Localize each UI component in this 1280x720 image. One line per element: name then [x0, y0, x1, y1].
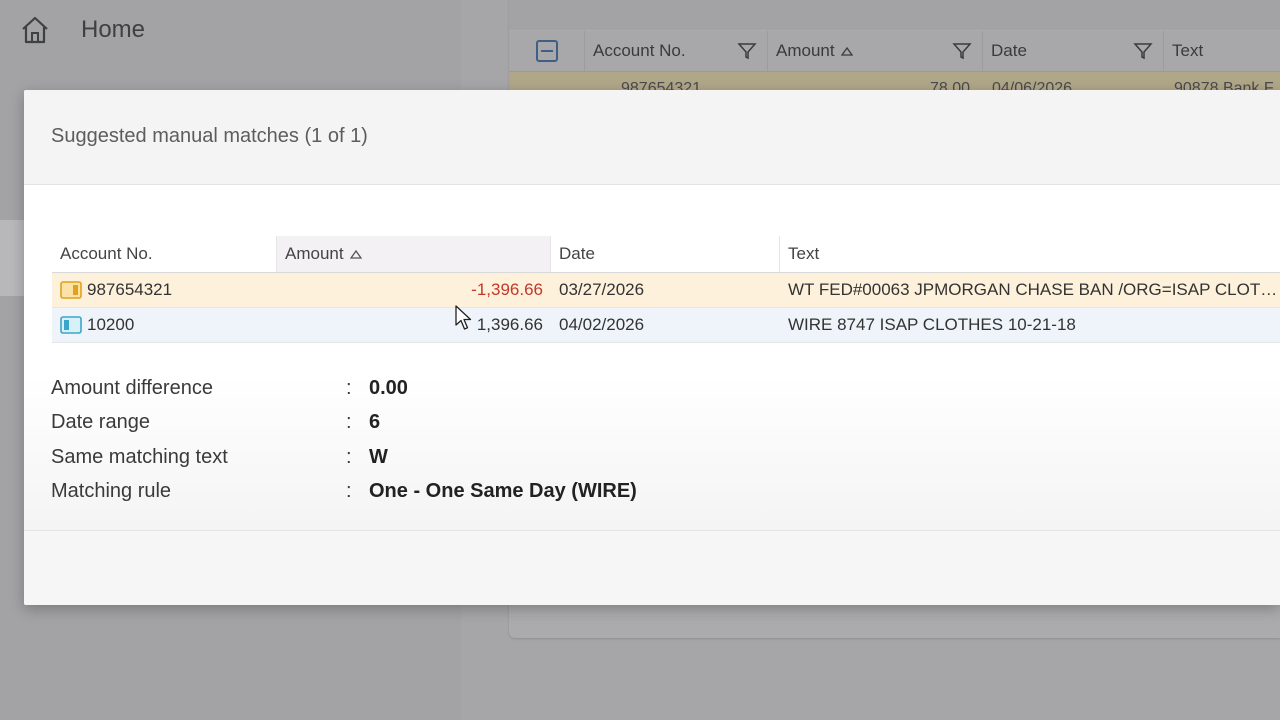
summary-value: 0.00 [369, 376, 408, 399]
summary-colon: : [346, 445, 352, 468]
nav-home-label: Home [81, 16, 146, 43]
ledger-entry-icon [60, 316, 82, 334]
col-text[interactable]: Text [780, 236, 1280, 272]
grid-toolbar [509, 0, 1280, 30]
summary-same-matching-text: Same matching text : W [51, 440, 637, 475]
col-text-label: Text [788, 244, 820, 263]
grid-header: Account No. Amount Date Text [509, 31, 1280, 72]
cell-text: WIRE 8747 ISAP CLOTHES 10-21-18 [788, 315, 1076, 334]
sort-ascending-icon [349, 249, 362, 259]
summary-colon: : [346, 376, 352, 399]
select-all-checkbox[interactable] [535, 40, 558, 62]
col-date-label: Date [559, 244, 595, 263]
nav-item-active[interactable] [0, 220, 24, 296]
suggested-matches-dialog: Suggested manual matches (1 of 1) Accoun… [24, 90, 1280, 605]
col-account-no[interactable]: Account No. [52, 236, 277, 272]
summary-value: 6 [369, 411, 381, 434]
summary-date-range: Date range : 6 [51, 406, 637, 441]
cell-account-value: 10200 [87, 315, 135, 334]
cell-amount: 1,396.66 [476, 315, 543, 334]
mouse-cursor-icon [455, 305, 472, 330]
grid-col-text-label: Text [1172, 41, 1204, 60]
summary-label: Date range [51, 411, 150, 434]
col-date[interactable]: Date [551, 236, 780, 272]
filter-icon[interactable] [952, 41, 972, 61]
grid-row-peek[interactable]: 987654321 78.00 04/06/2026 90878 Bank F [509, 72, 1280, 92]
cell-text: WT FED#00063 JPMORGAN CHASE BAN /ORG=ISA… [788, 280, 1280, 299]
matches-table: Account No. Amount Date Text 987654321 -… [52, 236, 1280, 343]
filter-icon[interactable] [1133, 41, 1153, 61]
cell-date: 03/27/2026 [559, 280, 645, 299]
bank-statement-icon [60, 281, 82, 299]
match-summary: Amount difference : 0.00 Date range : 6 … [51, 371, 637, 509]
home-icon [22, 16, 48, 44]
cell-amount: -1,396.66 [471, 280, 543, 299]
dialog-body: Account No. Amount Date Text 987654321 -… [24, 185, 1280, 530]
filter-icon[interactable] [737, 41, 757, 61]
summary-value: W [369, 445, 388, 468]
cell-account: 987654321 [52, 280, 277, 300]
grid-select-all-cell[interactable] [509, 31, 585, 71]
col-account-no-label: Account No. [60, 244, 153, 263]
matches-table-header: Account No. Amount Date Text [52, 236, 1280, 273]
summary-colon: : [346, 411, 352, 434]
summary-matching-rule: Matching rule : One - One Same Day (WIRE… [51, 475, 637, 510]
grid-col-date-label: Date [991, 41, 1027, 60]
summary-label: Same matching text [51, 445, 228, 468]
dialog-footer [24, 530, 1280, 605]
summary-colon: : [346, 480, 352, 503]
grid-col-account-label: Account No. [593, 41, 686, 60]
cell-account: 10200 [52, 315, 277, 335]
summary-value: One - One Same Day (WIRE) [369, 480, 637, 503]
summary-label: Matching rule [51, 480, 172, 503]
col-amount[interactable]: Amount [277, 236, 551, 272]
grid-col-date[interactable]: Date [983, 31, 1164, 71]
nav-home[interactable]: Home [20, 14, 145, 46]
grid-col-amount[interactable]: Amount [768, 31, 983, 71]
table-row[interactable]: 10200 1,396.66 04/02/2026 WIRE 8747 ISAP… [52, 308, 1280, 343]
dialog-title: Suggested manual matches (1 of 1) [51, 125, 368, 147]
grid-col-amount-label: Amount [776, 41, 835, 60]
grid-col-text[interactable]: Text [1164, 31, 1280, 71]
col-amount-label: Amount [285, 244, 344, 263]
table-row[interactable]: 987654321 -1,396.66 03/27/2026 WT FED#00… [52, 273, 1280, 308]
grid-col-account[interactable]: Account No. [585, 31, 768, 71]
cell-date: 04/02/2026 [559, 315, 645, 334]
sort-ascending-icon [840, 46, 853, 56]
summary-label: Amount difference [51, 376, 213, 399]
dialog-header: Suggested manual matches (1 of 1) [24, 90, 1280, 185]
cell-account-value: 987654321 [87, 280, 173, 299]
summary-amount-difference: Amount difference : 0.00 [51, 371, 637, 406]
